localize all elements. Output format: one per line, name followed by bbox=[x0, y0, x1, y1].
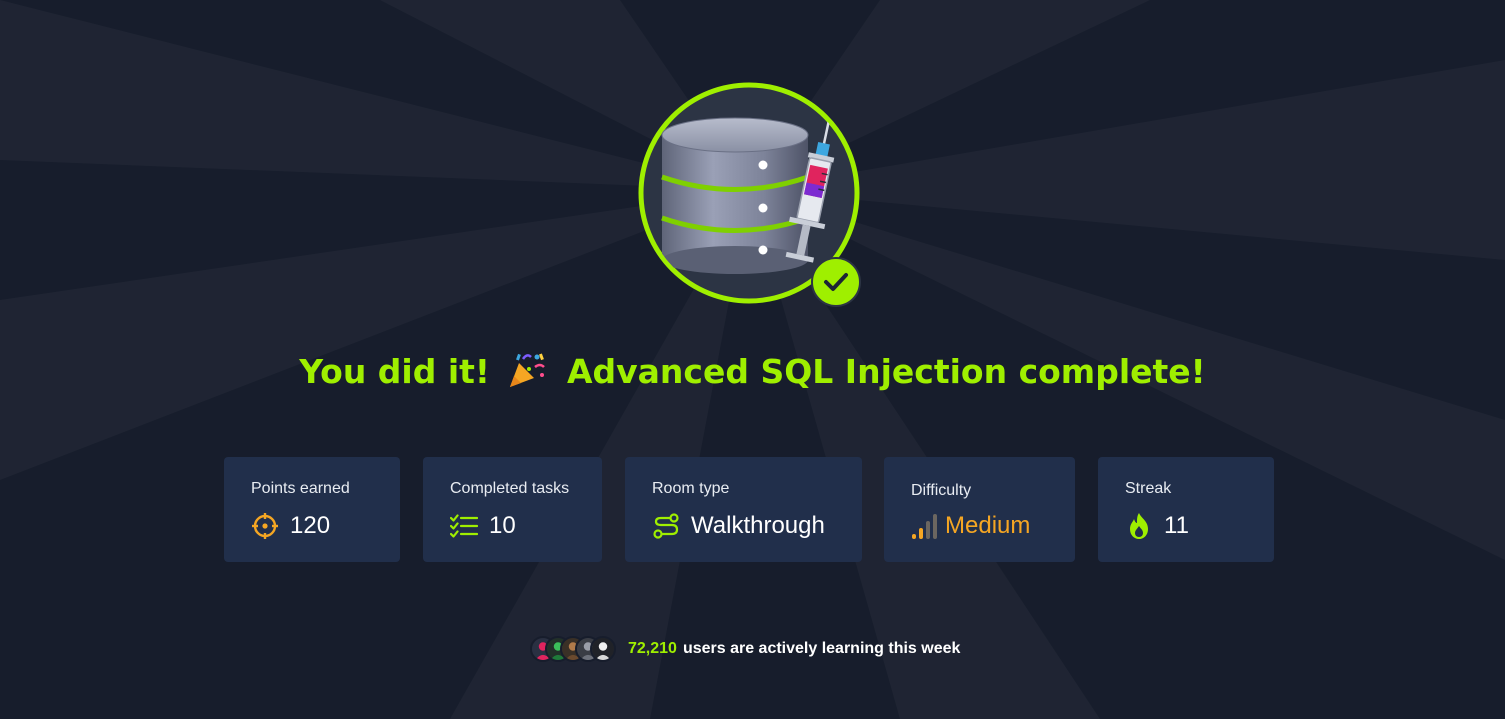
stat-value: Walkthrough bbox=[691, 512, 825, 539]
stat-value: 120 bbox=[290, 512, 331, 539]
headline-after: Advanced SQL Injection complete! bbox=[566, 352, 1206, 391]
room-complete-screen: You did it! Advanced SQL Injection compl… bbox=[0, 0, 1505, 719]
signal-bars-icon bbox=[912, 514, 937, 539]
route-icon bbox=[653, 513, 679, 539]
active-learners: 72,210 users are actively learning this … bbox=[530, 634, 960, 664]
stat-label: Completed tasks bbox=[450, 480, 570, 497]
stat-card-room-type: Room type Walkthrough bbox=[625, 457, 862, 562]
task-list-icon bbox=[450, 514, 478, 538]
stat-card-streak: Streak 11 bbox=[1098, 457, 1274, 562]
completion-headline: You did it! Advanced SQL Injection compl… bbox=[0, 346, 1505, 398]
stat-card-points: Points earned 120 bbox=[224, 457, 400, 562]
active-user-count: 72,210 bbox=[628, 640, 677, 657]
headline-before: You did it! bbox=[299, 352, 490, 391]
checkmark-icon bbox=[811, 257, 861, 307]
crosshair-icon bbox=[252, 513, 278, 539]
stat-value: 11 bbox=[1164, 512, 1189, 539]
party-popper-icon bbox=[510, 353, 546, 387]
avatar-stack bbox=[530, 636, 616, 662]
stat-label: Room type bbox=[652, 480, 730, 497]
flame-icon bbox=[1130, 513, 1148, 539]
active-user-message: users are actively learning this week bbox=[682, 640, 961, 657]
stat-label: Points earned bbox=[251, 480, 350, 497]
room-badge bbox=[636, 80, 862, 307]
stat-label: Streak bbox=[1125, 480, 1172, 497]
avatar bbox=[590, 636, 616, 662]
stat-label: Difficulty bbox=[911, 482, 972, 499]
stat-value: Medium bbox=[945, 512, 1031, 539]
stat-value: 10 bbox=[489, 512, 516, 539]
stat-card-tasks: Completed tasks 10 bbox=[423, 457, 602, 562]
stat-card-difficulty: Difficulty Medium bbox=[884, 457, 1075, 562]
